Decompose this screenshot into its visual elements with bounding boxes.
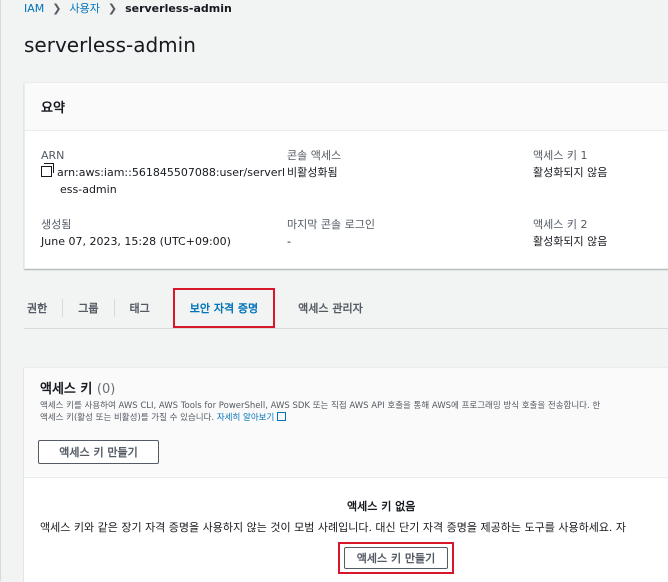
access-keys-desc-line1: 액세스 키를 사용하여 AWS CLI, AWS Tools for Power… — [40, 401, 601, 411]
access-key2-value: 활성화되지 않음 — [533, 235, 608, 248]
breadcrumb: IAM ❯ 사용자 ❯ serverless-admin — [24, 0, 232, 16]
tab-bar: 권한 그룹 태그 보안 자격 증명 액세스 관리자 — [24, 288, 668, 329]
last-login-label: 마지막 콘솔 로그인 — [287, 218, 375, 231]
tab-permissions[interactable]: 권한 — [24, 299, 62, 317]
access-key1-label: 액세스 키 1 — [533, 149, 588, 162]
no-access-keys-title: 액세스 키 없음 — [347, 500, 416, 513]
page-title: serverless-admin — [24, 33, 196, 57]
summary-col-arn: ARN arn:aws:iam::561845507088:user/serve… — [41, 147, 285, 250]
arn-value: arn:aws:iam::561845507088:user/serverl — [57, 166, 286, 179]
created-label: 생성됨 — [41, 218, 72, 231]
create-access-key-button[interactable]: 액세스 키 만들기 — [38, 440, 159, 464]
breadcrumb-current: serverless-admin — [125, 1, 232, 15]
no-access-keys-description: 액세스 키와 같은 장기 자격 증명을 사용하지 않는 것이 모범 사례입니다.… — [40, 521, 627, 534]
tab-access-advisor[interactable]: 액세스 관리자 — [283, 299, 378, 317]
access-key1-value: 활성화되지 않음 — [533, 166, 608, 179]
copy-icon[interactable] — [41, 163, 54, 177]
last-login-value: - — [287, 235, 291, 248]
learn-more-link[interactable]: 자세히 알아보기 — [217, 413, 274, 423]
left-border — [0, 0, 1, 581]
summary-header: 요약 — [25, 83, 668, 131]
access-keys-count: (0) — [96, 382, 116, 397]
access-keys-panel: 액세스 키 (0) 액세스 키를 사용하여 AWS CLI, AWS Tools… — [24, 367, 668, 582]
access-keys-title-text: 액세스 키 — [40, 382, 93, 397]
created-value: June 07, 2023, 15:28 (UTC+09:00) — [41, 235, 231, 248]
breadcrumb-iam-link[interactable]: IAM — [24, 2, 44, 15]
create-access-key-button-center[interactable]: 액세스 키 만들기 — [344, 547, 448, 569]
console-access-label: 콘솔 액세스 — [287, 149, 342, 162]
external-link-icon — [277, 412, 287, 421]
access-keys-description: 액세스 키를 사용하여 AWS CLI, AWS Tools for Power… — [40, 401, 668, 424]
summary-title: 요약 — [41, 101, 65, 116]
chevron-right-icon: ❯ — [52, 1, 62, 15]
arn-value-cont: ess-admin — [60, 183, 117, 196]
access-keys-title: 액세스 키 (0) — [40, 378, 668, 397]
arn-label: ARN — [41, 149, 65, 162]
summary-col-access-keys: 액세스 키 1 활성화되지 않음 액세스 키 2 활성화되지 않음 — [533, 147, 607, 250]
create-access-key-highlight: 액세스 키 만들기 — [338, 542, 454, 574]
summary-panel: 요약 ARN arn:aws:iam::561845507088:user/se… — [24, 82, 668, 269]
console-access-value: 비활성화됨 — [287, 166, 338, 179]
access-keys-header: 액세스 키 (0) 액세스 키를 사용하여 AWS CLI, AWS Tools… — [24, 368, 668, 478]
access-key2-label: 액세스 키 2 — [533, 218, 588, 231]
tab-security-credentials[interactable]: 보안 자격 증명 — [172, 288, 276, 328]
summary-col-console: 콘솔 액세스 비활성화됨 마지막 콘솔 로그인 - — [287, 147, 375, 250]
tab-tags[interactable]: 태그 — [113, 299, 165, 317]
breadcrumb-users-link[interactable]: 사용자 — [69, 0, 99, 16]
chevron-right-icon: ❯ — [107, 1, 118, 15]
access-keys-desc-line2: 액세스 키(활성 또는 비활성)를 가질 수 있습니다. — [40, 413, 215, 423]
tab-groups[interactable]: 그룹 — [62, 299, 113, 317]
